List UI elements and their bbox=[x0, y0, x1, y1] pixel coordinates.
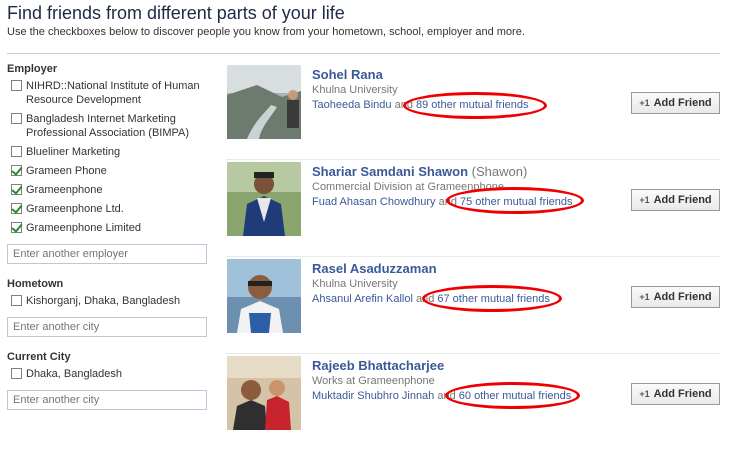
checkbox[interactable] bbox=[11, 368, 22, 379]
person-card: Rasel Asaduzzaman Khulna University Ahsa… bbox=[226, 257, 720, 354]
employer-option[interactable]: NIHRD::National Institute of Human Resou… bbox=[7, 79, 212, 107]
employer-option[interactable]: Grameenphone bbox=[7, 183, 212, 197]
page-title: Find friends from different parts of you… bbox=[7, 3, 345, 23]
header-divider bbox=[7, 53, 720, 54]
mutual-friend-link[interactable]: Fuad Ahasan Chowdhury bbox=[312, 196, 436, 208]
mutual-friends: Muktadir Shubhro Jinnah and 60 other mut… bbox=[312, 390, 572, 402]
person-info: Shariar Samdani Shawon (Shawon) Commerci… bbox=[312, 164, 573, 208]
profile-photo[interactable] bbox=[227, 356, 301, 430]
filter-sidebar: Employer NIHRD::National Institute of Hu… bbox=[7, 63, 212, 424]
checkbox-checked[interactable] bbox=[11, 222, 22, 233]
person-info: Rajeeb Bhattacharjee Works at Grameenpho… bbox=[312, 358, 571, 402]
person-subtitle: Commercial Division at Grameenphone bbox=[312, 181, 504, 193]
plus-one-icon: +1 bbox=[639, 98, 650, 108]
plus-one-icon: +1 bbox=[639, 389, 650, 399]
current-city-section: Current City Dhaka, Bangladesh bbox=[7, 351, 212, 410]
mutual-count-link[interactable]: 67 other mutual friends bbox=[437, 293, 550, 305]
add-friend-button[interactable]: +1 Add Friend bbox=[631, 92, 720, 114]
mutual-friend-link[interactable]: Ahsanul Arefin Kallol bbox=[312, 293, 413, 305]
employer-option[interactable]: Grameenphone Limited bbox=[7, 221, 212, 235]
checkbox-checked[interactable] bbox=[11, 203, 22, 214]
add-friend-button[interactable]: +1 Add Friend bbox=[631, 383, 720, 405]
person-subtitle: Works at Grameenphone bbox=[312, 375, 435, 387]
person-subtitle: Khulna University bbox=[312, 84, 398, 96]
person-name[interactable]: Shariar Samdani Shawon (Shawon) bbox=[312, 164, 573, 179]
employer-option[interactable]: Grameenphone Ltd. bbox=[7, 202, 212, 216]
mutual-count-link[interactable]: 60 other mutual friends bbox=[459, 390, 572, 402]
employer-option[interactable]: Bangladesh Internet Marketing Profession… bbox=[7, 112, 212, 140]
current-city-option[interactable]: Dhaka, Bangladesh bbox=[7, 367, 212, 381]
checkbox[interactable] bbox=[11, 146, 22, 157]
hometown-title: Hometown bbox=[7, 278, 64, 290]
checkbox-checked[interactable] bbox=[11, 165, 22, 176]
mutual-count-link[interactable]: 75 other mutual friends bbox=[460, 196, 573, 208]
checkbox[interactable] bbox=[11, 295, 22, 306]
mutual-friends: Ahsanul Arefin Kallol and 67 other mutua… bbox=[312, 293, 550, 305]
add-friend-button[interactable]: +1 Add Friend bbox=[631, 286, 720, 308]
page-subtitle: Use the checkboxes below to discover peo… bbox=[7, 26, 525, 38]
person-info: Rasel Asaduzzaman Khulna University Ahsa… bbox=[312, 261, 550, 305]
profile-photo[interactable] bbox=[227, 162, 301, 236]
people-results: Sohel Rana Khulna University Taoheeda Bi… bbox=[226, 63, 720, 450]
person-subtitle: Khulna University bbox=[312, 278, 398, 290]
person-name[interactable]: Sohel Rana bbox=[312, 67, 529, 82]
employer-option[interactable]: Grameen Phone bbox=[7, 164, 212, 178]
employer-section: Employer NIHRD::National Institute of Hu… bbox=[7, 63, 212, 264]
checkbox[interactable] bbox=[11, 113, 22, 124]
person-name[interactable]: Rasel Asaduzzaman bbox=[312, 261, 550, 276]
mutual-friends: Taoheeda Bindu and 89 other mutual frien… bbox=[312, 99, 529, 111]
checkbox-checked[interactable] bbox=[11, 184, 22, 195]
mutual-friends: Fuad Ahasan Chowdhury and 75 other mutua… bbox=[312, 196, 573, 208]
employer-input[interactable] bbox=[7, 244, 207, 264]
employer-option[interactable]: Blueliner Marketing bbox=[7, 145, 212, 159]
add-friend-button[interactable]: +1 Add Friend bbox=[631, 189, 720, 211]
profile-photo[interactable] bbox=[227, 259, 301, 333]
hometown-section: Hometown Kishorganj, Dhaka, Bangladesh bbox=[7, 278, 212, 337]
current-city-title: Current City bbox=[7, 351, 71, 363]
mutual-friend-link[interactable]: Muktadir Shubhro Jinnah bbox=[312, 390, 434, 402]
person-info: Sohel Rana Khulna University Taoheeda Bi… bbox=[312, 67, 529, 111]
plus-one-icon: +1 bbox=[639, 195, 650, 205]
current-city-input[interactable] bbox=[7, 390, 207, 410]
mutual-friend-link[interactable]: Taoheeda Bindu bbox=[312, 99, 392, 111]
profile-photo[interactable] bbox=[227, 65, 301, 139]
person-card: Sohel Rana Khulna University Taoheeda Bi… bbox=[226, 63, 720, 160]
person-card: Shariar Samdani Shawon (Shawon) Commerci… bbox=[226, 160, 720, 257]
hometown-option[interactable]: Kishorganj, Dhaka, Bangladesh bbox=[7, 294, 212, 308]
employer-title: Employer bbox=[7, 63, 58, 75]
hometown-input[interactable] bbox=[7, 317, 207, 337]
mutual-count-link[interactable]: 89 other mutual friends bbox=[416, 99, 529, 111]
checkbox[interactable] bbox=[11, 80, 22, 91]
person-card: Rajeeb Bhattacharjee Works at Grameenpho… bbox=[226, 354, 720, 450]
plus-one-icon: +1 bbox=[639, 292, 650, 302]
person-name[interactable]: Rajeeb Bhattacharjee bbox=[312, 358, 571, 373]
